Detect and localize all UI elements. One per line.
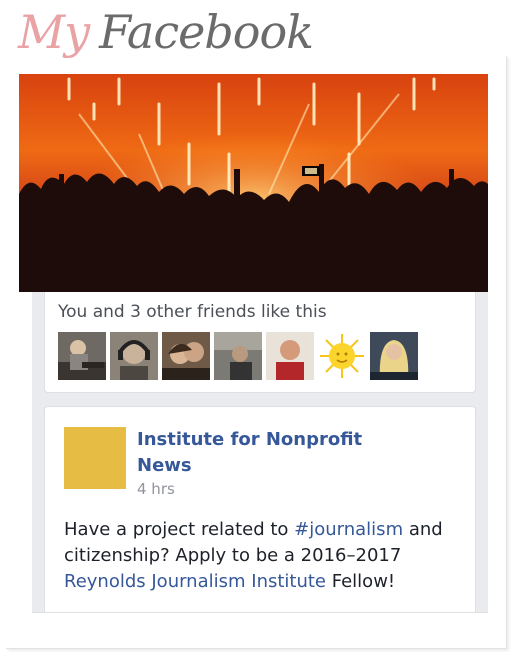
title-facebook: Facebook [99,5,314,59]
friend-avatar-5[interactable] [266,332,314,380]
likes-card: You and 3 other friends like this [44,292,476,393]
title-my: My [18,5,90,59]
friend-avatar-3[interactable] [162,332,210,380]
post-text-part3: Fellow! [326,571,396,592]
page-title: My Facebook [18,2,498,62]
friend-avatar-4[interactable] [214,332,262,380]
friends-like-text[interactable]: You and 3 other friends like this [58,302,327,322]
post-text: Have a project related to #journalism an… [64,517,464,595]
post-card: Institute for Nonprofit News 4 hrs Have … [44,406,476,613]
sun-icon[interactable] [318,332,366,380]
post-text-part1: Have a project related to [64,519,295,540]
friend-avatar-2[interactable] [110,332,158,380]
page-avatar[interactable] [64,427,126,489]
post-timestamp[interactable]: 4 hrs [137,480,175,498]
institute-link[interactable]: Reynolds Journalism Institute [64,571,326,592]
friend-avatar-7[interactable] [370,332,418,380]
concert-cover-image [19,74,488,292]
friend-avatar-1[interactable] [58,332,106,380]
page-name-link[interactable]: Institute for Nonprofit News [137,427,397,479]
hashtag-link[interactable]: #journalism [294,519,403,540]
divider [32,612,488,613]
